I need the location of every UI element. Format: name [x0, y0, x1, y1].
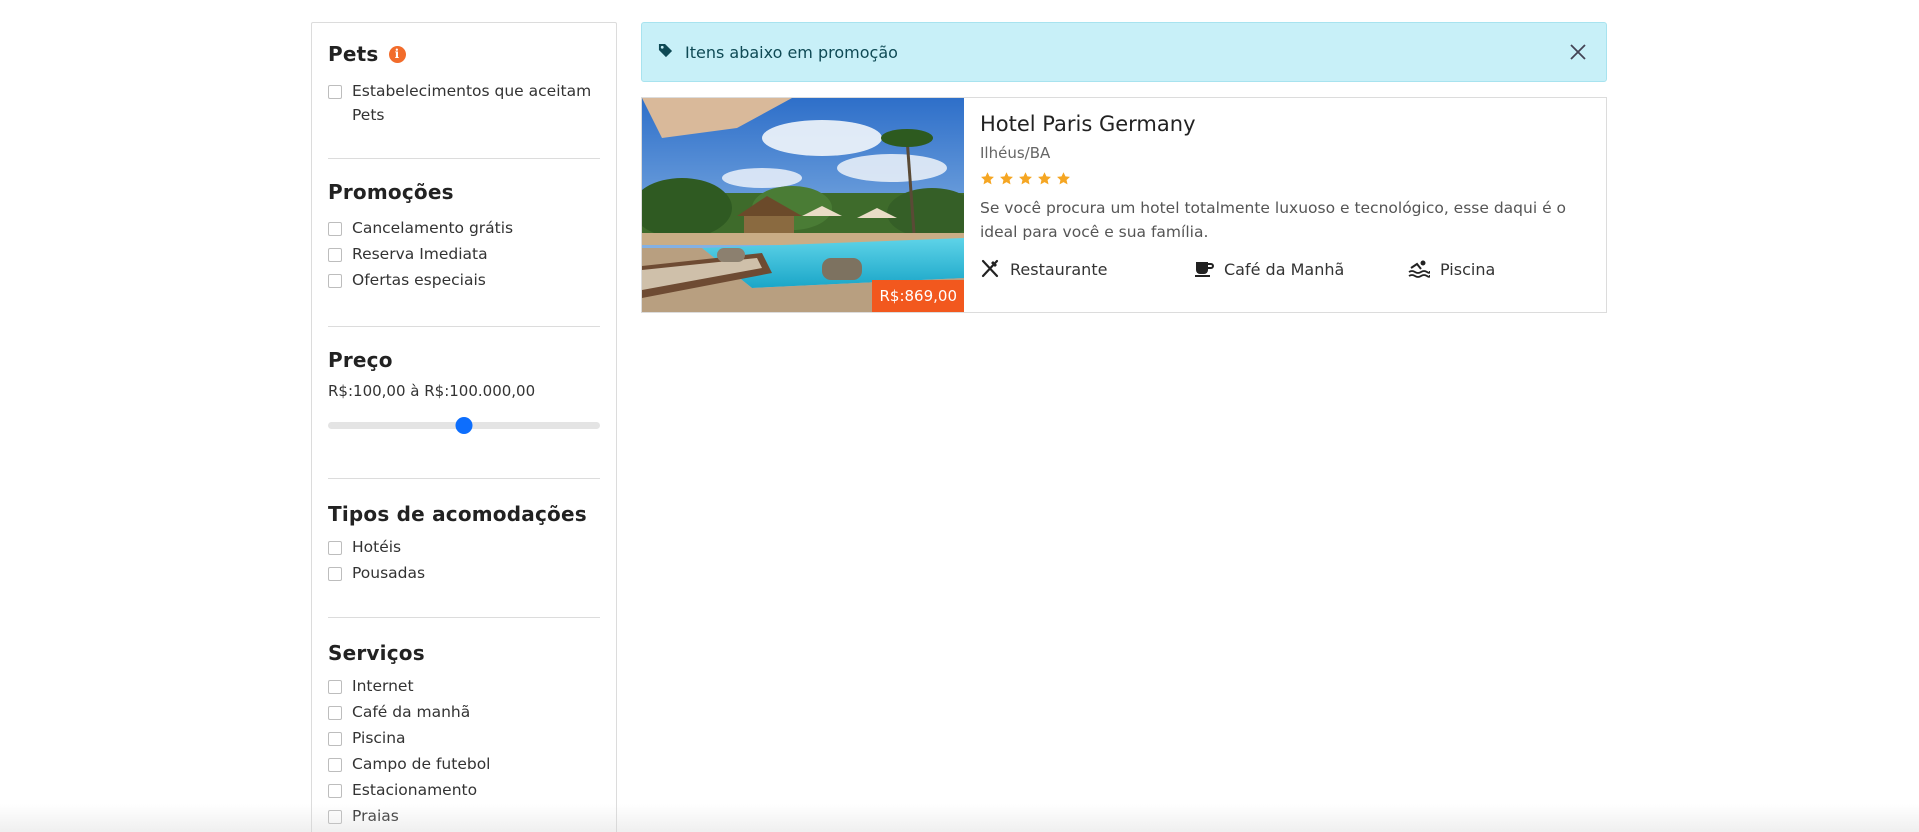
promo-text: Itens abaixo em promoção	[685, 42, 898, 62]
hotel-card[interactable]: R$:869,00 Hotel Paris Germany Ilhéus/BA …	[641, 97, 1607, 313]
checkbox-label: Praias	[352, 807, 399, 825]
checkbox[interactable]	[328, 706, 342, 720]
checkbox[interactable]	[328, 810, 342, 824]
servicos-options: Internet Café da manhã Piscina Campo de …	[328, 674, 600, 830]
hotel-card-body: Hotel Paris Germany Ilhéus/BA Se você pr…	[964, 98, 1606, 312]
section-title-servicos: Serviços	[328, 641, 425, 665]
checkbox-pousadas[interactable]: Pousadas	[328, 561, 600, 587]
checkbox-ofertas-especiais[interactable]: Ofertas especiais	[328, 268, 600, 294]
checkbox-label: Piscina	[352, 729, 406, 747]
section-title-preco: Preço	[328, 348, 393, 372]
utensils-icon	[981, 259, 999, 278]
checkbox[interactable]	[328, 732, 342, 746]
promocoes-options: Cancelamento grátis Reserva Imediata Ofe…	[328, 216, 600, 294]
price-slider-thumb[interactable]	[455, 417, 473, 434]
checkbox-label: Estabelecimentos que aceitam Pets	[352, 82, 592, 124]
checkbox-label: Reserva Imediata	[352, 245, 488, 263]
checkbox[interactable]	[328, 274, 342, 288]
close-icon[interactable]	[1568, 42, 1588, 62]
amenity-label: Piscina	[1440, 259, 1496, 279]
bottom-shadow	[0, 804, 1919, 832]
price-slider[interactable]	[328, 417, 600, 434]
star-icon	[1000, 172, 1013, 185]
checkbox-estacionamento[interactable]: Estacionamento	[328, 778, 600, 804]
checkbox-praias[interactable]: Praias	[328, 804, 600, 830]
checkbox-label: Cancelamento grátis	[352, 219, 514, 237]
promo-alert: Itens abaixo em promoção	[641, 22, 1607, 82]
checkbox-internet[interactable]: Internet	[328, 674, 600, 700]
checkbox[interactable]	[328, 222, 342, 236]
section-title-tipos: Tipos de acomodações	[328, 502, 587, 526]
tag-icon	[658, 43, 673, 62]
filters-sidebar: Pets i Estabelecimentos que aceitam Pets…	[311, 22, 617, 832]
hotel-name[interactable]: Hotel Paris Germany	[980, 112, 1590, 136]
checkbox-label: Ofertas especiais	[352, 271, 486, 289]
checkbox-label: Pousadas	[352, 564, 426, 582]
amenity-label: Restaurante	[1010, 259, 1108, 279]
checkbox[interactable]	[328, 248, 342, 262]
hotel-image[interactable]: R$:869,00	[642, 98, 964, 312]
checkbox-cancelamento-gratis[interactable]: Cancelamento grátis	[328, 216, 600, 242]
checkbox[interactable]	[328, 85, 342, 99]
star-icon	[1019, 172, 1032, 185]
price-badge: R$:869,00	[872, 280, 964, 312]
checkbox-piscina[interactable]: Piscina	[328, 726, 600, 752]
star-icon	[981, 172, 994, 185]
star-icon	[1057, 172, 1070, 185]
checkbox-label: Estacionamento	[352, 781, 478, 799]
checkbox-pets[interactable]: Estabelecimentos que aceitam Pets	[328, 79, 600, 127]
checkbox[interactable]	[328, 758, 342, 772]
info-icon[interactable]: i	[388, 45, 406, 63]
promocoes-section: Promoções Cancelamento grátis Reserva Im…	[328, 159, 600, 327]
checkbox[interactable]	[328, 567, 342, 581]
amenities-list: Restaurante Café da Manhã Piscina	[980, 259, 1590, 279]
checkbox-campo-de-futebol[interactable]: Campo de futebol	[328, 752, 600, 778]
price-range-text: R$:100,00 à R$:100.000,00	[328, 382, 536, 400]
checkbox-label: Hotéis	[352, 538, 402, 556]
pets-title: Pets	[328, 42, 379, 66]
tipos-section: Tipos de acomodações Hotéis Pousadas	[328, 479, 600, 618]
checkbox-label: Internet	[352, 677, 414, 695]
checkbox[interactable]	[328, 784, 342, 798]
amenity-restaurante: Restaurante	[980, 259, 1194, 279]
checkbox[interactable]	[328, 541, 342, 555]
pets-section: Pets i Estabelecimentos que aceitam Pets	[328, 23, 600, 159]
star-rating	[980, 171, 1590, 186]
servicos-section: Serviços Internet Café da manhã Piscina …	[328, 618, 600, 830]
coffee-icon	[1195, 262, 1214, 277]
checkbox-label: Café da manhã	[352, 703, 471, 721]
pool-icon	[1408, 260, 1430, 278]
tipos-options: Hotéis Pousadas	[328, 535, 600, 587]
checkbox[interactable]	[328, 680, 342, 694]
hotel-description: Se você procura um hotel totalmente luxu…	[980, 199, 1567, 241]
checkbox-label: Campo de futebol	[352, 755, 491, 773]
hotel-location: Ilhéus/BA	[980, 144, 1051, 162]
checkbox-reserva-imediata[interactable]: Reserva Imediata	[328, 242, 600, 268]
checkbox-hoteis[interactable]: Hotéis	[328, 535, 600, 561]
amenity-label: Café da Manhã	[1224, 259, 1345, 279]
section-title-promocoes: Promoções	[328, 180, 454, 204]
section-title-pets: Pets i	[328, 42, 600, 66]
star-icon	[1038, 172, 1051, 185]
checkbox-cafe-da-manha[interactable]: Café da manhã	[328, 700, 600, 726]
preco-section: Preço R$:100,00 à R$:100.000,00	[328, 327, 600, 479]
amenity-piscina: Piscina	[1408, 259, 1495, 279]
amenity-cafe-da-manha: Café da Manhã	[1194, 259, 1408, 279]
